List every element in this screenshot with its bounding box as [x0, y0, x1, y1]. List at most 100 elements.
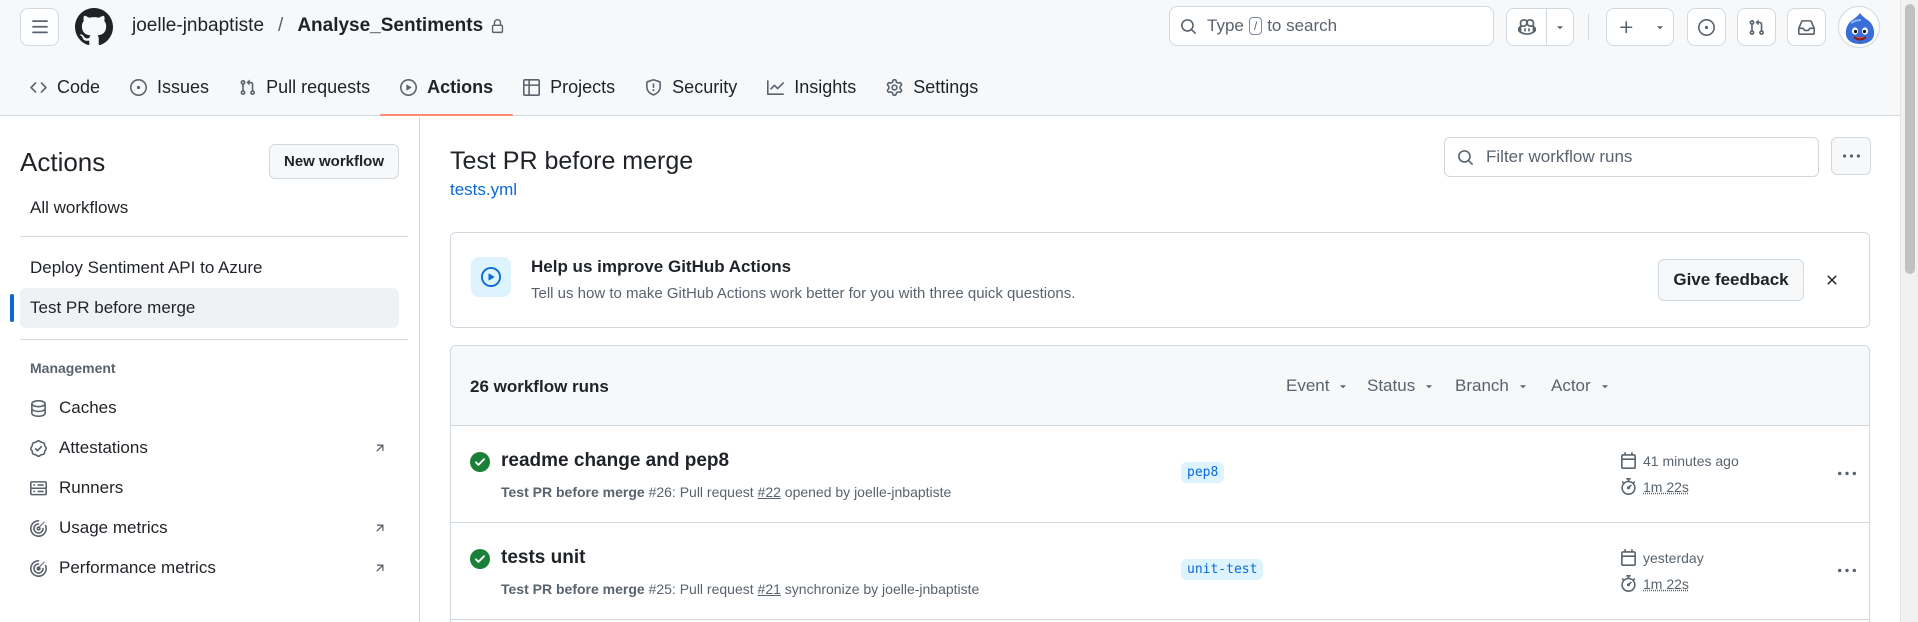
sidebar-title: Actions [20, 147, 106, 177]
run-trigger: : Pull request [671, 484, 754, 500]
run-timestamp: yesterday [1620, 549, 1704, 566]
global-bar: joelle-jnbaptiste / Analyse_Sentiments T… [0, 0, 1900, 54]
run-duration-value: 1m 22s [1643, 575, 1689, 592]
tab-actions[interactable]: Actions [380, 70, 514, 116]
event-filter-dropdown[interactable]: Event [1286, 376, 1349, 396]
run-title-link[interactable]: readme change and pep8 [501, 450, 729, 472]
your-issues-button[interactable] [1687, 8, 1726, 46]
actor-filter-dropdown[interactable]: Actor [1551, 376, 1611, 396]
run-trigger: : Pull request [671, 581, 754, 597]
user-avatar[interactable] [1838, 6, 1880, 48]
tab-label: Pull requests [266, 76, 371, 97]
sidebar-item-all-workflows[interactable]: All workflows [20, 188, 399, 228]
sidebar-item-workflow-selected[interactable]: Test PR before merge [10, 288, 399, 328]
copilot-icon[interactable] [1507, 9, 1546, 45]
feedback-title: Help us improve GitHub Actions [531, 257, 792, 276]
sidebar-item-performance-metrics[interactable]: Performance metrics [20, 548, 399, 588]
search-suffix: to search [1267, 16, 1338, 35]
tab-settings[interactable]: Settings [876, 70, 988, 104]
run-options-button[interactable] [1831, 557, 1863, 585]
run-options-button[interactable] [1831, 460, 1863, 488]
tab-code[interactable]: Code [20, 70, 110, 104]
run-action: synchronize by joelle-jnbaptiste [784, 581, 980, 597]
play-icon [400, 78, 418, 96]
run-when: yesterday [1643, 549, 1704, 566]
global-search-input[interactable]: Type / to search [1169, 6, 1494, 46]
sidebar-item-label: Deploy Sentiment API to Azure [30, 258, 263, 277]
close-icon[interactable] [1818, 266, 1846, 294]
feedback-banner: Help us improve GitHub Actions Tell us h… [450, 232, 1870, 328]
sidebar-item-attestations[interactable]: Attestations [20, 428, 399, 468]
run-meta: Test PR before merge #26: Pull request #… [501, 484, 951, 500]
scrollbar-thumb[interactable] [1905, 4, 1915, 274]
management-heading: Management [30, 360, 116, 376]
runs-count: 26 workflow runs [470, 377, 609, 396]
your-pull-requests-button[interactable] [1737, 8, 1776, 46]
run-workflow-name: Test PR before merge [501, 581, 645, 597]
table-row[interactable]: readme change and pep8 Test PR before me… [451, 426, 1869, 523]
calendar-icon [1621, 452, 1636, 469]
runs-list-header: 26 workflow runs Event Status Branch Act… [451, 346, 1869, 426]
chevron-down-icon[interactable] [1646, 9, 1673, 45]
create-new-button[interactable] [1606, 8, 1674, 46]
hamburger-icon [31, 20, 48, 34]
branch-badge[interactable]: unit-test [1181, 559, 1264, 580]
workflow-runs-list: 26 workflow runs Event Status Branch Act… [450, 345, 1870, 622]
branch-filter-dropdown[interactable]: Branch [1455, 376, 1529, 396]
chevron-down-icon [1520, 385, 1526, 389]
sidebar-item-runners[interactable]: Runners [20, 468, 399, 508]
check-circle-fill-icon [470, 549, 490, 569]
plus-icon[interactable] [1607, 9, 1646, 45]
sidebar-item-usage-metrics[interactable]: Usage metrics [20, 508, 399, 548]
tab-security[interactable]: Security [635, 70, 747, 104]
tab-label: Security [672, 76, 738, 97]
tab-pull-requests[interactable]: Pull requests [229, 70, 380, 104]
give-feedback-button[interactable]: Give feedback [1658, 259, 1804, 301]
feedback-description: Tell us how to make GitHub Actions work … [531, 285, 1076, 302]
tab-insights[interactable]: Insights [757, 70, 866, 104]
notifications-button[interactable] [1787, 8, 1826, 46]
run-number: #25 [648, 581, 672, 597]
code-icon [30, 81, 47, 93]
workflow-main: Test PR before merge tests.yml Filter wo… [421, 117, 1900, 622]
kebab-horizontal-icon [1838, 471, 1856, 476]
sidebar-item-caches[interactable]: Caches [20, 388, 399, 428]
tab-label: Insights [794, 76, 857, 97]
run-when: 41 minutes ago [1643, 452, 1739, 469]
sidebar-item-label: Attestations [59, 438, 148, 457]
actions-sidebar: Actions New workflow All workflows Deplo… [0, 117, 420, 622]
run-meta: Test PR before merge #25: Pull request #… [501, 581, 979, 597]
branch-badge[interactable]: pep8 [1181, 462, 1225, 483]
verified-icon [30, 439, 47, 457]
page-scrollbar[interactable] [1900, 0, 1918, 622]
filter-runs-input[interactable]: Filter workflow runs [1444, 137, 1819, 177]
pr-link[interactable]: #21 [758, 581, 781, 597]
issue-opened-icon [130, 78, 148, 96]
github-logo-icon[interactable] [75, 8, 113, 46]
chevron-down-icon [1601, 385, 1608, 389]
run-title-link[interactable]: tests unit [501, 547, 585, 569]
pr-link[interactable]: #22 [758, 484, 781, 500]
new-workflow-button[interactable]: New workflow [269, 144, 399, 179]
stopwatch-icon [1621, 478, 1636, 495]
dropdown-label: Status [1367, 376, 1416, 395]
tab-projects[interactable]: Projects [513, 70, 625, 104]
sidebar-divider [20, 339, 408, 340]
app-header: joelle-jnbaptiste / Analyse_Sentiments T… [0, 0, 1900, 116]
chevron-down-icon[interactable] [1546, 9, 1573, 45]
workflow-more-button[interactable] [1831, 137, 1871, 175]
table-row[interactable]: tests unit Test PR before merge #25: Pul… [451, 523, 1869, 620]
search-shortcut-key: / [1248, 17, 1263, 35]
sidebar-item-label: Usage metrics [59, 518, 168, 537]
copilot-button[interactable] [1506, 8, 1574, 46]
stopwatch-icon [30, 559, 47, 577]
menu-button[interactable] [20, 8, 59, 46]
tab-issues[interactable]: Issues [120, 70, 219, 104]
chevron-down-icon [1340, 385, 1347, 389]
status-filter-dropdown[interactable]: Status [1367, 376, 1435, 396]
repo-owner-link[interactable]: joelle-jnbaptiste [132, 15, 264, 37]
sidebar-item-workflow[interactable]: Deploy Sentiment API to Azure [20, 248, 399, 288]
repo-name-link[interactable]: Analyse_Sentiments [297, 15, 483, 37]
workflow-file-link[interactable]: tests.yml [450, 180, 517, 200]
git-pull-request-icon [240, 79, 256, 95]
